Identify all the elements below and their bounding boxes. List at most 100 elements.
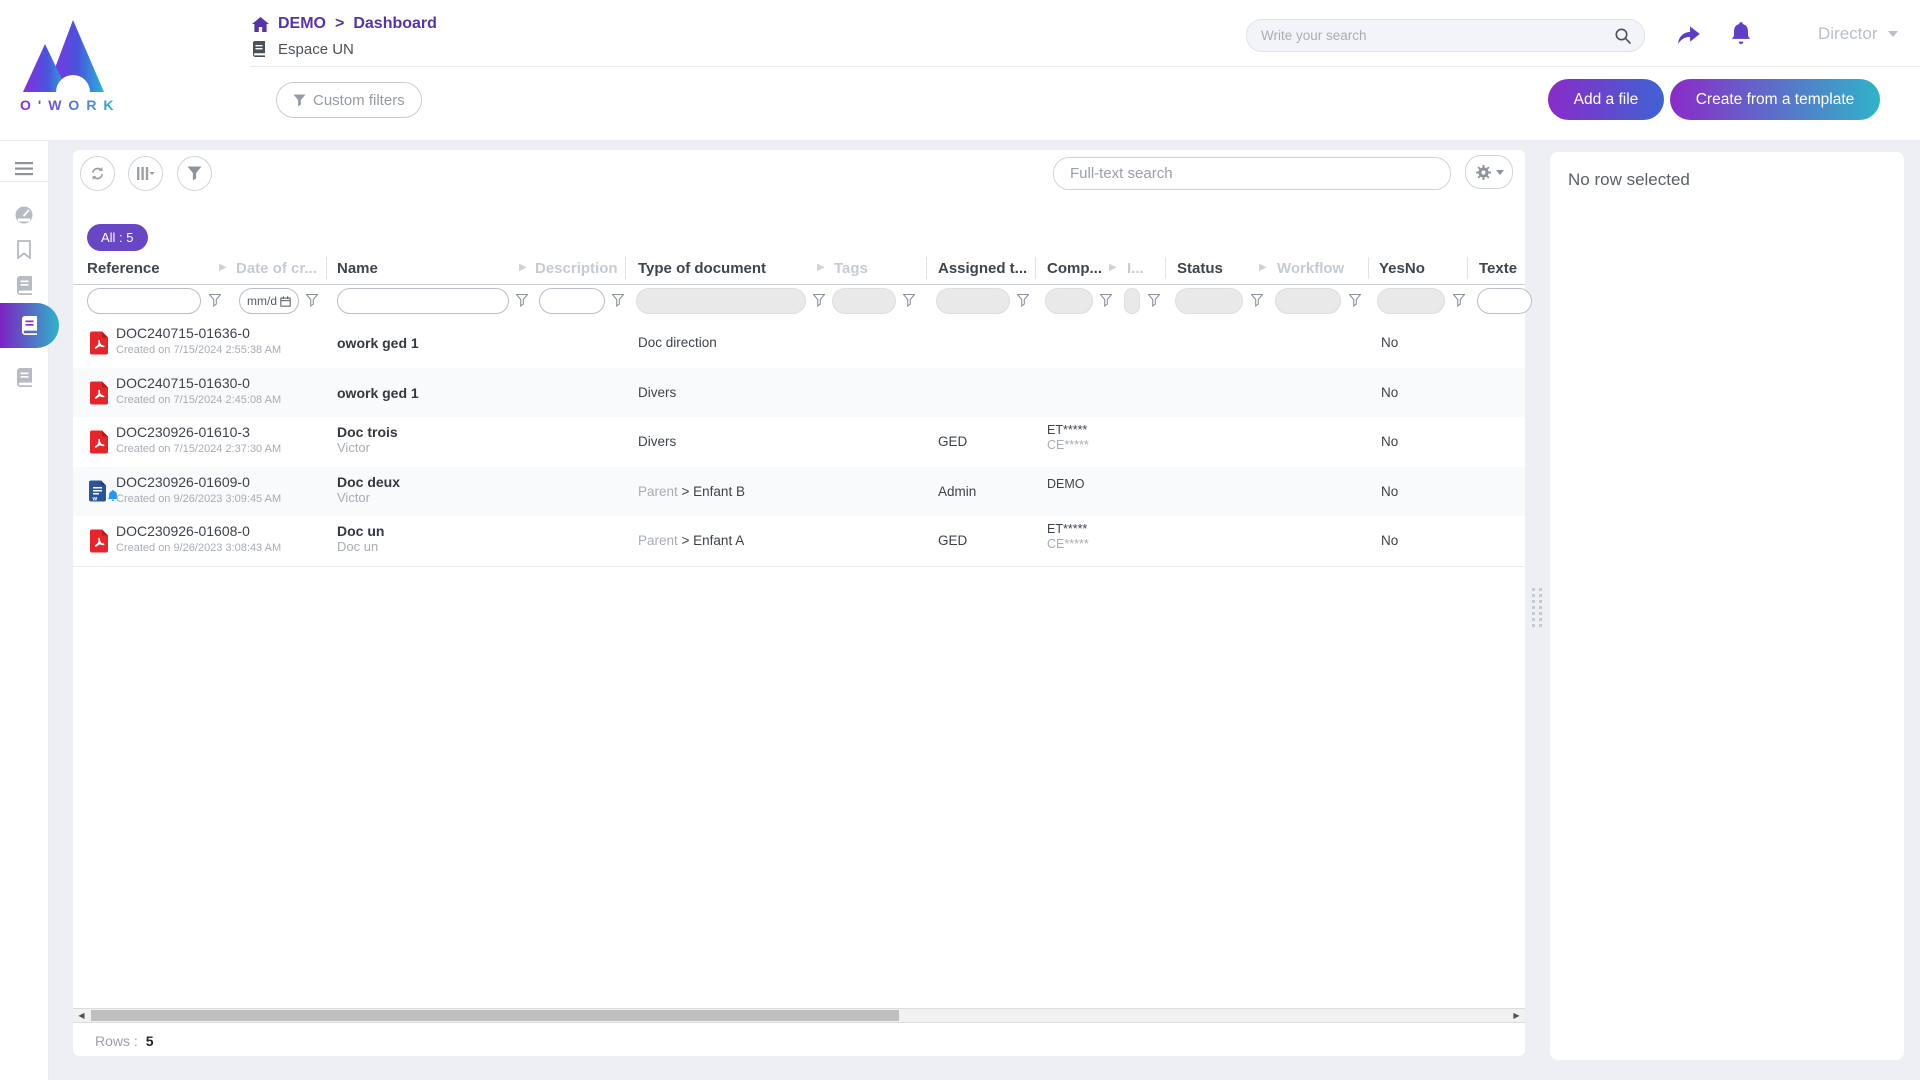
column-header-assigned[interactable]: Assigned t... bbox=[938, 260, 1027, 277]
sidebar-item-documents[interactable] bbox=[0, 269, 48, 301]
document-reference[interactable]: DOC230926-01609-0 bbox=[116, 474, 250, 490]
table-row[interactable]: wDOC230926-01609-0Created on 9/26/2023 3… bbox=[73, 467, 1525, 518]
share-button[interactable] bbox=[1676, 22, 1702, 51]
sidebar-item-bookmarks[interactable] bbox=[0, 233, 48, 265]
filter-funnel-icon[interactable] bbox=[1349, 294, 1361, 308]
sidebar-item-archive[interactable] bbox=[0, 361, 48, 393]
filter-funnel-icon[interactable] bbox=[1148, 294, 1160, 308]
bell-icon bbox=[1729, 21, 1753, 47]
sidebar-item-documents-current[interactable] bbox=[0, 303, 59, 348]
document-type: Divers bbox=[638, 434, 676, 449]
notifications-button[interactable] bbox=[1729, 21, 1753, 52]
filter-disabled-yesno bbox=[1377, 288, 1445, 314]
document-reference[interactable]: DOC230926-01608-0 bbox=[116, 523, 250, 539]
table-row[interactable]: DOC240715-01636-0 Created on 7/15/2024 2:… bbox=[73, 318, 1525, 369]
filter-funnel-icon[interactable] bbox=[1100, 294, 1112, 308]
filter-input-reference-field[interactable] bbox=[88, 289, 200, 313]
panel-resize-handle[interactable] bbox=[1532, 588, 1542, 627]
gear-icon bbox=[1475, 164, 1492, 181]
columns-button[interactable] bbox=[128, 156, 163, 191]
filter-disabled-i bbox=[1124, 288, 1140, 314]
column-header-company[interactable]: Comp... bbox=[1047, 260, 1102, 277]
owork-logo[interactable]: O'WORK bbox=[18, 6, 128, 118]
document-created-date: Created on 7/15/2024 2:55:38 AM bbox=[116, 344, 281, 356]
global-search-input[interactable] bbox=[1247, 28, 1614, 43]
document-reference[interactable]: DOC240715-01636-0 bbox=[116, 325, 250, 341]
filter-funnel-icon[interactable] bbox=[516, 294, 528, 308]
documents-table-card: All : 5 Reference ▶ Date of cr... Name ▶ Desc… bbox=[73, 150, 1525, 1056]
document-assigned: GED bbox=[938, 434, 967, 449]
scrollbar-thumb[interactable] bbox=[91, 1010, 899, 1021]
sidebar bbox=[0, 141, 49, 1080]
filter-funnel-icon[interactable] bbox=[903, 294, 915, 308]
column-header-reference[interactable]: Reference bbox=[87, 260, 160, 277]
breadcrumb-current[interactable]: Dashboard bbox=[353, 15, 437, 33]
pdf-file-icon bbox=[89, 381, 109, 410]
document-reference[interactable]: DOC230926-01610-3 bbox=[116, 424, 250, 440]
column-separator bbox=[1035, 257, 1036, 279]
filter-disabled-status bbox=[1175, 288, 1243, 314]
filter-funnel-icon[interactable] bbox=[1251, 294, 1263, 308]
document-name[interactable]: Doc un bbox=[337, 523, 384, 539]
records-count-badge[interactable]: All : 5 bbox=[87, 224, 148, 251]
column-header-texte[interactable]: Texte bbox=[1479, 260, 1517, 277]
filter-funnel-icon[interactable] bbox=[209, 294, 221, 308]
refresh-button[interactable] bbox=[80, 156, 115, 191]
sidebar-item-menu[interactable] bbox=[0, 153, 48, 185]
filter-date-date_created[interactable]: mm/d bbox=[239, 288, 299, 314]
scroll-right-button[interactable]: ▶ bbox=[1508, 1009, 1525, 1022]
column-separator bbox=[1467, 257, 1468, 279]
document-assigned: GED bbox=[938, 533, 967, 548]
table-row[interactable]: DOC230926-01610-3Created on 7/15/2024 2:… bbox=[73, 417, 1525, 468]
filter-funnel-icon[interactable] bbox=[1453, 294, 1465, 308]
table-header: Reference▶Date of cr...Name▶DescriptionT… bbox=[73, 254, 1525, 285]
filter-funnel-icon[interactable] bbox=[306, 294, 318, 308]
sidebar-item-dashboard[interactable] bbox=[0, 199, 48, 231]
filter-input-texte-field[interactable] bbox=[1478, 289, 1531, 313]
column-header-date_created[interactable]: Date of cr... bbox=[236, 260, 317, 277]
fulltext-search-input[interactable] bbox=[1054, 165, 1450, 182]
filter-funnel-icon[interactable] bbox=[1017, 294, 1029, 308]
table-row[interactable]: DOC230926-01608-0Created on 9/26/2023 3:… bbox=[73, 516, 1525, 567]
table-settings-button[interactable] bbox=[1465, 155, 1513, 189]
custom-filters-button[interactable]: Custom filters bbox=[276, 82, 422, 118]
document-reference[interactable]: DOC240715-01630-0 bbox=[116, 375, 250, 391]
column-header-name[interactable]: Name bbox=[337, 260, 378, 277]
horizontal-scrollbar[interactable]: ◀ ▶ bbox=[73, 1008, 1525, 1023]
filter-button[interactable] bbox=[177, 156, 212, 191]
filter-input-name-field[interactable] bbox=[338, 289, 508, 313]
home-icon[interactable] bbox=[252, 17, 269, 32]
search-icon[interactable] bbox=[1614, 27, 1632, 45]
filter-input-texte bbox=[1477, 288, 1532, 314]
document-name[interactable]: Doc trois bbox=[337, 424, 398, 440]
add-file-button[interactable]: Add a file bbox=[1548, 79, 1664, 120]
filter-input-description bbox=[539, 288, 605, 314]
filter-input-reference bbox=[87, 288, 201, 314]
document-name[interactable]: owork ged 1 bbox=[337, 385, 419, 401]
document-company: DEMO bbox=[1047, 477, 1085, 491]
column-header-status[interactable]: Status bbox=[1177, 260, 1223, 277]
document-created-date: Created on 7/15/2024 2:45:08 AM bbox=[116, 394, 281, 406]
filter-funnel-icon[interactable] bbox=[612, 294, 624, 308]
table-row[interactable]: DOC240715-01630-0 Created on 7/15/2024 2:… bbox=[73, 368, 1525, 419]
filter-input-description-field[interactable] bbox=[540, 289, 604, 313]
scroll-left-button[interactable]: ◀ bbox=[73, 1009, 90, 1022]
column-header-tags[interactable]: Tags bbox=[834, 260, 868, 277]
chevron-right-icon: ▶ bbox=[219, 262, 227, 273]
column-header-i[interactable]: I... bbox=[1127, 260, 1144, 277]
document-name[interactable]: Doc deux bbox=[337, 474, 400, 490]
column-header-yesno[interactable]: YesNo bbox=[1379, 260, 1425, 277]
document-name[interactable]: owork ged 1 bbox=[337, 335, 419, 351]
create-from-template-button[interactable]: Create from a template bbox=[1670, 79, 1880, 120]
breadcrumb-root[interactable]: DEMO bbox=[278, 15, 326, 33]
user-role-menu[interactable]: Director bbox=[1818, 24, 1898, 44]
filter-funnel-icon[interactable] bbox=[813, 294, 825, 308]
owork-logo-icon: O'WORK bbox=[18, 6, 128, 118]
column-header-description[interactable]: Description bbox=[535, 260, 618, 277]
workspace-name: Espace UN bbox=[278, 41, 354, 58]
column-separator bbox=[625, 257, 626, 279]
filter-funnel-icon bbox=[187, 166, 202, 181]
column-header-workflow[interactable]: Workflow bbox=[1277, 260, 1344, 277]
document-company-sub: CE***** bbox=[1047, 537, 1089, 551]
column-header-type[interactable]: Type of document bbox=[638, 260, 766, 277]
